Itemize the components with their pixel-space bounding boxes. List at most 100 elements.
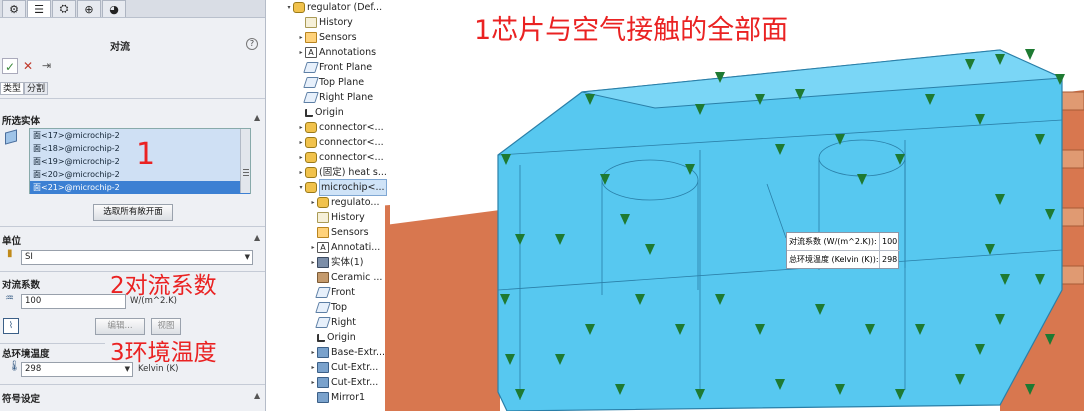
- convection-marker: [1025, 49, 1035, 60]
- tree-item[interactable]: Right Plane: [297, 90, 373, 105]
- feature-manager-tab[interactable]: ⚙: [2, 0, 26, 17]
- tree-item[interactable]: History: [297, 15, 353, 30]
- expand-arrow-icon[interactable]: ▸: [309, 255, 317, 270]
- tree-item[interactable]: ▸ Sensors: [297, 30, 357, 45]
- dimxpert-tab[interactable]: ⊕: [77, 0, 101, 17]
- tree-item-label: History: [331, 212, 365, 223]
- property-manager-tab[interactable]: ☰: [27, 0, 51, 17]
- tree-item-label: Annotati...: [331, 242, 381, 253]
- tree-item[interactable]: ▸ connector<...: [297, 120, 384, 135]
- tree-item[interactable]: Mirror1: [309, 390, 365, 405]
- solidworks-window: ⚙ ☰ ⛭ ⊕ ◕ 对流 ? ✓ ✕ ⇥ 类型 分割 所选实体 ▲ 面<17>@micr…: [0, 0, 1084, 411]
- tree-item-label: regulato...: [331, 197, 380, 208]
- conn-icon: [305, 152, 317, 163]
- expand-arrow-icon[interactable]: ▸: [309, 195, 317, 210]
- tree-item-label: Origin: [315, 107, 344, 118]
- chevron-down-icon: ▼: [244, 253, 250, 261]
- tree-item[interactable]: Origin: [297, 105, 344, 120]
- units-select[interactable]: SI ▼: [21, 250, 253, 265]
- expand-arrow-icon[interactable]: ▸: [309, 360, 317, 375]
- ambient-temperature-input[interactable]: 298 ▼: [21, 362, 133, 377]
- plane-icon: [303, 92, 319, 103]
- convection-value: 100: [25, 296, 42, 306]
- feature-manager-tree: ▾ regulator (Def... History ▸ Sensors ▸ A Annot…: [267, 0, 387, 411]
- tree-item[interactable]: Top Plane: [297, 75, 364, 90]
- expand-arrow-icon[interactable]: ▸: [297, 30, 305, 45]
- cancel-button[interactable]: ✕: [23, 58, 33, 74]
- plane-icon: [303, 77, 319, 88]
- tree-item-label: Right: [331, 317, 357, 328]
- callout-value: 100: [879, 233, 899, 250]
- callout-label: 对流系数 (W/(m^2.K)):: [789, 237, 877, 246]
- display-manager-tab[interactable]: ◕: [102, 0, 126, 17]
- expand-arrow-icon[interactable]: ▸: [297, 165, 305, 180]
- tree-item[interactable]: ▸ A Annotati...: [309, 240, 380, 255]
- tree-item[interactable]: ▸ connector<...: [297, 150, 384, 165]
- chevron-up-icon[interactable]: ▲: [254, 233, 260, 242]
- divider: [0, 226, 265, 227]
- tab-split[interactable]: 分割: [24, 82, 49, 95]
- pin-icon[interactable]: ⇥: [42, 58, 51, 74]
- tree-item[interactable]: Sensors: [309, 225, 369, 240]
- tree-item[interactable]: ▸ Cut-Extr...: [309, 375, 378, 390]
- tree-item[interactable]: ▸ regulato...: [309, 195, 379, 210]
- expand-arrow-icon[interactable]: ▸: [309, 375, 317, 390]
- help-icon[interactable]: ?: [246, 38, 258, 50]
- sens-icon: [317, 227, 329, 238]
- convection-icon: ♒: [5, 293, 14, 304]
- ambient-unit: Kelvin (K): [138, 364, 179, 374]
- list-scrollbar[interactable]: [240, 129, 250, 193]
- tree-item[interactable]: History: [309, 210, 365, 225]
- tree-item-label: microchip<...: [319, 179, 387, 196]
- tree-item[interactable]: ▸ Cut-Extr...: [309, 360, 378, 375]
- ambient-temperature-header: 总环境温度: [2, 349, 50, 360]
- tree-item[interactable]: Front Plane: [297, 60, 372, 75]
- list-item[interactable]: 面<21>@microchip-2: [30, 181, 250, 194]
- tree-item[interactable]: ▸ 实体(1): [309, 255, 363, 270]
- graphics-viewport[interactable]: [385, 0, 1084, 411]
- tree-item[interactable]: ▸ (固定) heat s...: [297, 165, 387, 180]
- tree-item-label: Top: [331, 302, 348, 313]
- panel-title: 对流: [110, 42, 130, 53]
- conn-icon: [317, 197, 329, 208]
- tree-item[interactable]: ▾ regulator (Def...: [285, 0, 382, 15]
- tree-item[interactable]: Front: [309, 285, 355, 300]
- expand-arrow-icon[interactable]: ▸: [309, 345, 317, 360]
- tree-item[interactable]: Top: [309, 300, 347, 315]
- callout-label: 总环境温度 (Kelvin (K)):: [789, 255, 879, 264]
- convection-header: 对流系数: [2, 280, 41, 291]
- chevron-up-icon[interactable]: ▲: [254, 113, 260, 122]
- tree-item-label: Mirror1: [331, 392, 366, 403]
- tree-item[interactable]: ▾ microchip<...: [297, 179, 387, 196]
- tree-item[interactable]: ▸ connector<...: [297, 135, 384, 150]
- units-header: 单位: [2, 236, 22, 247]
- tree-item[interactable]: Right: [309, 315, 356, 330]
- chart-icon[interactable]: ⌇: [3, 318, 19, 334]
- chevron-up-icon[interactable]: ▲: [254, 391, 260, 400]
- ok-button[interactable]: ✓: [2, 58, 18, 74]
- tree-item-label: Front Plane: [319, 62, 373, 73]
- configuration-manager-tab[interactable]: ⛭: [52, 0, 76, 17]
- tree-item[interactable]: Origin: [309, 330, 356, 345]
- expand-arrow-icon[interactable]: ▸: [297, 120, 305, 135]
- expand-arrow-icon[interactable]: ▸: [297, 135, 305, 150]
- divider: [0, 343, 105, 344]
- units-icon: ▮: [7, 248, 13, 259]
- conn-icon: [305, 182, 317, 193]
- selected-entities-header: 所选实体: [2, 116, 41, 127]
- expand-arrow-icon[interactable]: ▾: [297, 180, 305, 195]
- model-view-svg: [385, 49, 1084, 411]
- sens-icon: [305, 32, 317, 43]
- tree-item-label: Cut-Extr...: [331, 362, 379, 373]
- feat-icon: [317, 377, 329, 388]
- tree-item[interactable]: Ceramic ...: [309, 270, 382, 285]
- tree-item[interactable]: ▸ Base-Extr...: [309, 345, 385, 360]
- expand-arrow-icon[interactable]: ▸: [297, 45, 305, 60]
- units-select-value: SI: [25, 252, 33, 262]
- expand-arrow-icon[interactable]: ▾: [285, 0, 293, 15]
- select-all-exposed-faces-button[interactable]: 选取所有敞开面: [93, 204, 173, 221]
- tree-item[interactable]: ▸ A Annotations: [297, 45, 376, 60]
- expand-arrow-icon[interactable]: ▸: [309, 240, 317, 255]
- expand-arrow-icon[interactable]: ▸: [297, 150, 305, 165]
- tab-type[interactable]: 类型: [0, 82, 25, 95]
